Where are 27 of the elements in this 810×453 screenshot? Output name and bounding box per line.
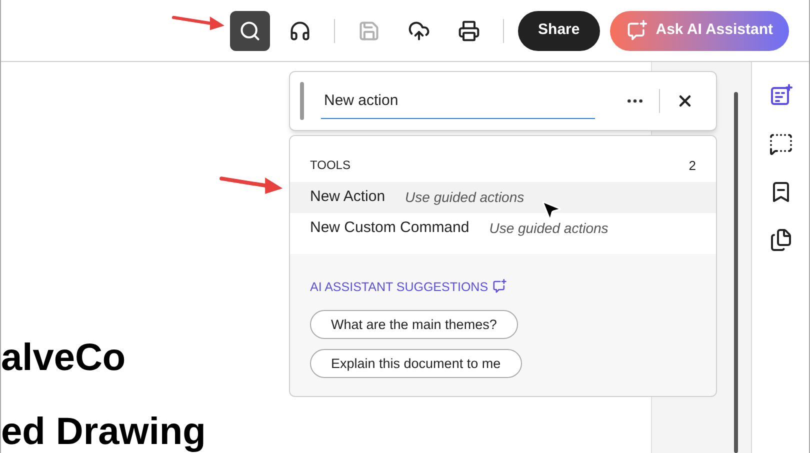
result-item[interactable]: New Action Use guided actions bbox=[290, 182, 716, 212]
search-button[interactable] bbox=[230, 10, 270, 50]
result-item[interactable]: New Custom Command Use guided actions bbox=[290, 212, 716, 244]
save-icon bbox=[358, 20, 380, 42]
share-button[interactable]: Share bbox=[518, 10, 600, 50]
ai-chat-icon bbox=[626, 20, 648, 42]
search-icon bbox=[239, 20, 262, 42]
suggestion-chip[interactable]: Explain this document to me bbox=[310, 349, 522, 378]
search-bar[interactable]: New action bbox=[289, 71, 717, 131]
result-label: New Action bbox=[310, 186, 386, 207]
ai-document-icon bbox=[768, 84, 792, 108]
ai-suggestions-title: AI ASSISTANT SUGGESTIONS bbox=[310, 278, 488, 296]
printer-icon bbox=[458, 20, 480, 42]
ai-chat-icon bbox=[492, 279, 508, 294]
document-heading: alveCo bbox=[1, 339, 126, 377]
result-hint: Use guided actions bbox=[405, 188, 524, 207]
result-label: New Custom Command bbox=[310, 218, 470, 238]
cloud-upload-icon bbox=[408, 20, 430, 42]
result-count: 2 bbox=[688, 157, 696, 175]
result-hint: Use guided actions bbox=[489, 218, 608, 238]
comment-icon bbox=[768, 132, 792, 156]
headphones-icon bbox=[289, 20, 312, 42]
section-title: TOOLS bbox=[310, 157, 350, 174]
document-heading: ed Drawing bbox=[1, 413, 206, 451]
suggestion-chip[interactable]: What are the main themes? bbox=[310, 310, 518, 340]
pages-icon bbox=[768, 228, 792, 252]
search-input[interactable]: New action bbox=[321, 83, 595, 119]
